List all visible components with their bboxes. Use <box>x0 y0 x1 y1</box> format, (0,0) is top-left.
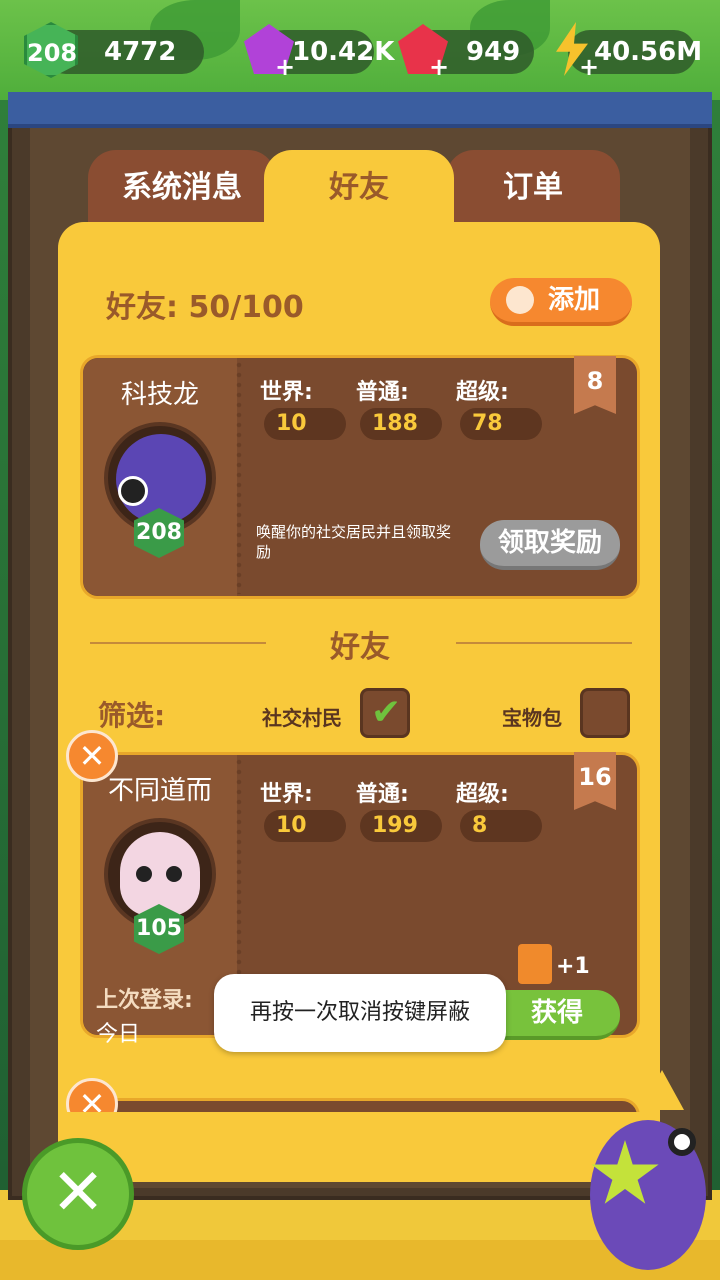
friend-ribbon: 16 <box>574 752 616 810</box>
friends-count: 好友: 50/100 <box>106 290 304 325</box>
mascot-eye-icon <box>668 1128 696 1156</box>
filter-label: 筛选: <box>98 699 166 732</box>
checkmark-icon: ✔ <box>371 692 402 733</box>
filter-social-villager-checkbox[interactable]: ✔ <box>360 688 410 738</box>
add-button-label: 添加 <box>548 285 601 315</box>
super-value: 8 <box>460 810 542 842</box>
girl-avatar-icon <box>120 832 200 916</box>
remove-friend-button[interactable]: ✕ <box>66 730 118 782</box>
super-label: 超级: <box>456 380 509 405</box>
self-description: 唤醒你的社交居民并且领取奖励 <box>256 523 452 561</box>
dragon-mascot-icon <box>590 1070 710 1270</box>
add-friend-button[interactable]: 添加 <box>490 278 632 326</box>
add-user-icon <box>506 286 534 314</box>
world-value: 10 <box>264 810 346 842</box>
filter-treasure-label: 宝物包 <box>502 706 562 730</box>
close-button[interactable]: ✕ <box>22 1138 134 1250</box>
dragon-eye-icon <box>118 476 148 506</box>
panel-bottom-cover <box>58 1112 660 1182</box>
world-label: 世界: <box>260 782 313 807</box>
last-login-label: 上次登录: <box>96 988 193 1013</box>
toast-message: 再按一次取消按键屏蔽 <box>214 974 506 1052</box>
world-label: 世界: <box>260 380 313 405</box>
section-title: 好友 <box>330 630 390 665</box>
last-login-value: 今日 <box>96 1022 141 1047</box>
plus-icon[interactable]: + <box>428 55 450 79</box>
red-gems-value: 949 <box>466 37 521 67</box>
normal-label: 普通: <box>356 782 409 807</box>
avatar-eye-icon <box>136 866 152 882</box>
filter-social-villager-label: 社交村民 <box>262 706 342 730</box>
normal-label: 普通: <box>356 380 409 405</box>
normal-value: 199 <box>360 810 442 842</box>
self-ribbon: 8 <box>574 356 616 414</box>
coins-value: 4772 <box>104 37 177 67</box>
normal-value: 188 <box>360 408 442 440</box>
claim-reward-button[interactable]: 领取奖励 <box>480 520 620 570</box>
world-value: 10 <box>264 408 346 440</box>
seed-bag-icon <box>518 944 552 984</box>
filter-treasure-checkbox[interactable] <box>580 688 630 738</box>
super-value: 78 <box>460 408 542 440</box>
tab-system-messages[interactable]: 系统消息 <box>88 150 276 230</box>
reward-count: +1 <box>556 954 590 979</box>
avatar-eye-icon <box>166 866 182 882</box>
super-label: 超级: <box>456 782 509 807</box>
self-name: 科技龙 <box>120 380 199 410</box>
board-top-bar <box>8 92 712 128</box>
purple-gems-value: 10.42K <box>292 37 395 67</box>
divider-left <box>90 642 266 644</box>
energy-value: 40.56M <box>594 37 703 67</box>
tab-orders[interactable]: 订单 <box>446 150 620 230</box>
party-hat-icon <box>640 1070 684 1110</box>
divider-right <box>456 642 632 644</box>
